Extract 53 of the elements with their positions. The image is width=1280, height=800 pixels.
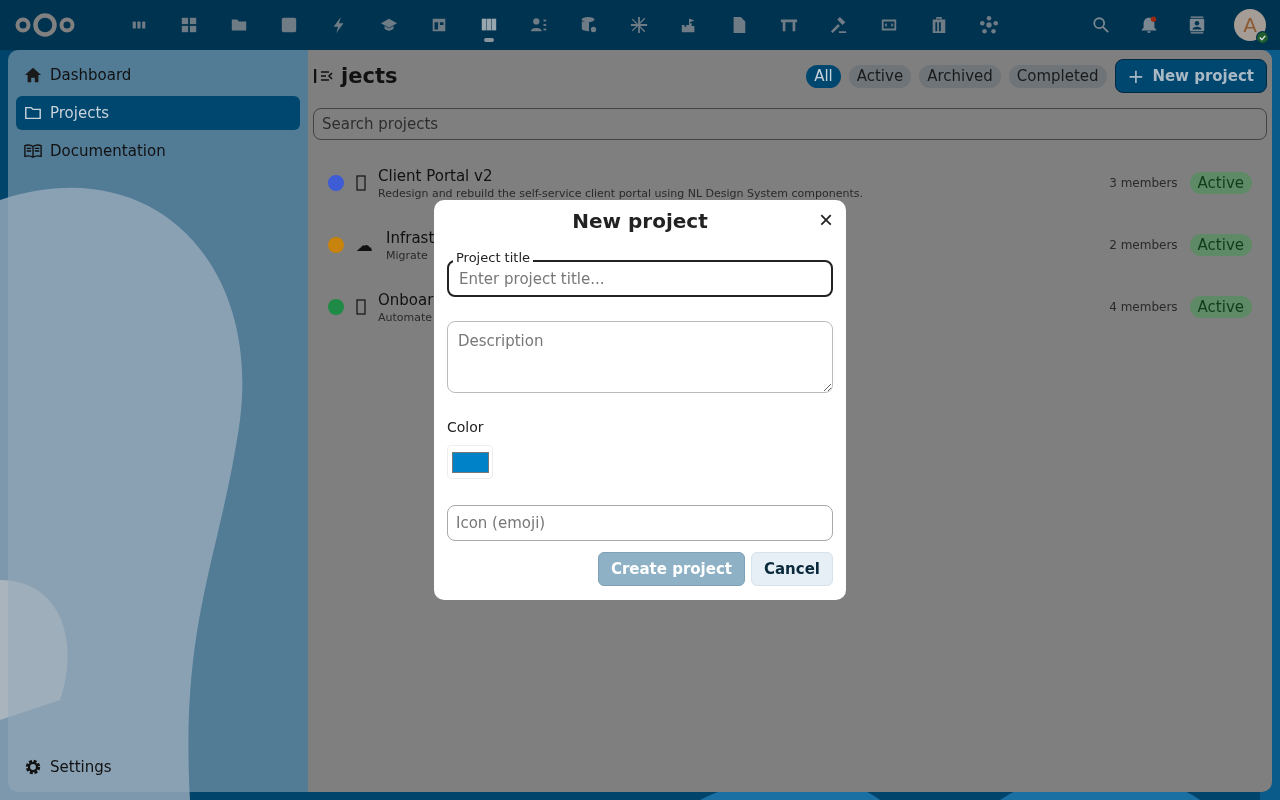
missing-glyph-icon xyxy=(356,175,366,191)
bell-icon[interactable] xyxy=(1140,16,1158,34)
filter-chip[interactable]: All xyxy=(806,64,841,88)
title-input[interactable]: Enter project title... xyxy=(457,268,805,289)
project-title[interactable]: Client Portal v2 xyxy=(378,166,863,185)
member-count: 4 members xyxy=(1109,300,1178,314)
color-label: Color xyxy=(447,419,485,435)
search-icon[interactable] xyxy=(1092,16,1110,34)
settings-icon xyxy=(24,758,42,776)
grid-icon[interactable] xyxy=(180,16,198,34)
contact-card-icon[interactable] xyxy=(1188,16,1206,34)
contacts-icon[interactable] xyxy=(530,16,548,34)
menu-collapse-icon xyxy=(314,66,334,86)
project-title[interactable]: Infrast xyxy=(386,228,435,247)
filter-chip[interactable]: Archived xyxy=(919,64,1001,88)
home-icon xyxy=(24,66,42,84)
folder-icon xyxy=(24,104,42,122)
table-icon[interactable] xyxy=(430,16,448,34)
dialog-title: New project xyxy=(572,209,708,233)
trash-icon[interactable] xyxy=(930,16,948,34)
sidebar-item[interactable]: Documentation xyxy=(16,134,300,168)
status-badge: Active xyxy=(1189,234,1252,256)
graduation-cap-icon[interactable] xyxy=(380,16,398,34)
page-title: jects xyxy=(341,64,398,88)
search-field[interactable]: Search projects xyxy=(313,108,1267,140)
member-count: 3 members xyxy=(1109,176,1178,190)
status-badge: Active xyxy=(1189,296,1252,318)
icon-field[interactable]: Icon (emoji) xyxy=(447,505,833,541)
sidebar-item[interactable]: Dashboard xyxy=(16,58,300,92)
project-description: Automate xyxy=(378,310,434,324)
spark-icon[interactable] xyxy=(630,16,648,34)
project-description: Migrate xyxy=(386,248,429,262)
sidebar-item[interactable]: Projects xyxy=(16,96,300,130)
field-label: Project title xyxy=(453,250,534,266)
color-picker[interactable] xyxy=(447,445,493,479)
logo-icon[interactable] xyxy=(14,12,76,38)
description-field[interactable]: Description xyxy=(447,321,833,393)
network-icon[interactable] xyxy=(980,16,998,34)
settings-item[interactable]: Settings xyxy=(16,750,300,784)
close-button[interactable]: × xyxy=(815,208,837,232)
filter-chip[interactable]: Active xyxy=(848,64,912,88)
book-icon xyxy=(24,142,42,160)
status-badge: Active xyxy=(1189,172,1252,194)
project-icon: ☁ xyxy=(356,235,374,255)
project-description: Redesign and rebuild the self-service client portal using NL Design System components. xyxy=(378,186,863,200)
member-count: 2 members xyxy=(1109,238,1178,252)
new-project-button[interactable]: + New project xyxy=(1114,59,1267,93)
missing-glyph-icon xyxy=(356,299,366,315)
filter-chip[interactable]: Completed xyxy=(1008,64,1107,88)
cancel-button[interactable]: Cancel xyxy=(751,552,833,586)
project-title[interactable]: Onboar xyxy=(378,290,434,309)
gavel-icon[interactable] xyxy=(830,16,848,34)
database-icon[interactable] xyxy=(580,16,598,34)
